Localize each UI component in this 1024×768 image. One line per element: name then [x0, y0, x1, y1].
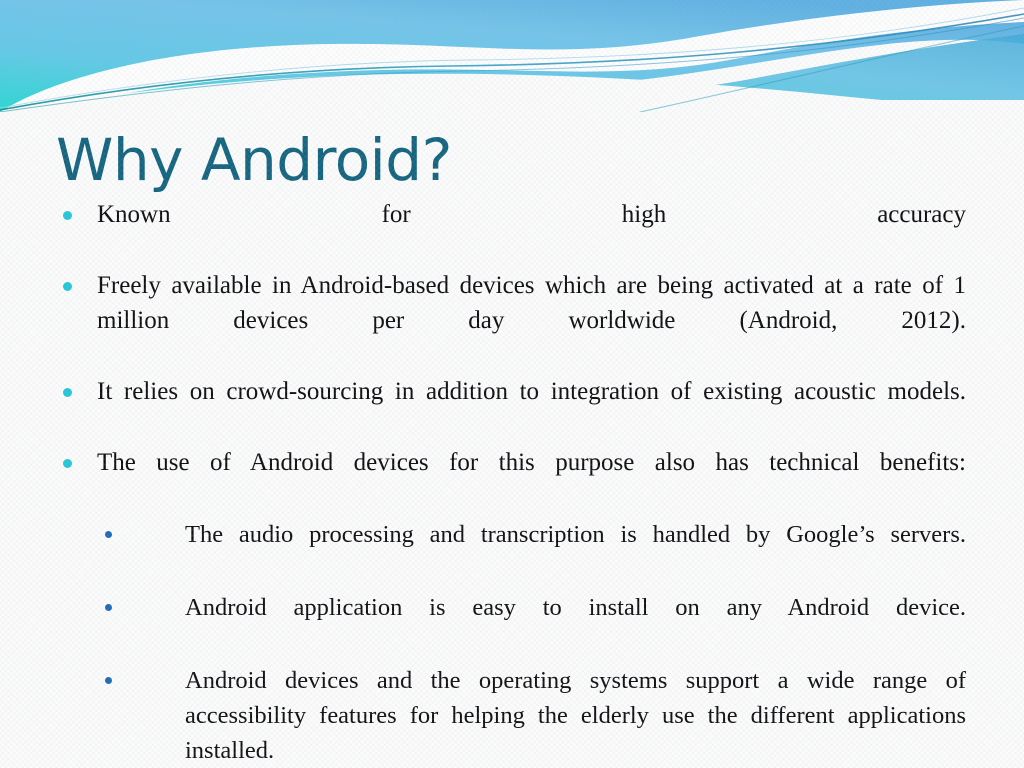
bullet-marker-icon [63, 211, 72, 220]
bullet-level2-text: Android application is easy to install o… [185, 593, 966, 621]
bullet-marker-icon [63, 458, 72, 468]
bullet-level1: Freely available in Android-based device… [0, 269, 1024, 373]
bullet-level1: The use of Android devices for this purp… [0, 446, 1024, 515]
sub-bullet-marker-icon [105, 603, 112, 611]
bullet-marker-icon [63, 387, 72, 397]
bullet-marker-icon [63, 282, 72, 291]
bullet-level1-text: Freely available in Android-based device… [97, 272, 966, 334]
bullet-level1-text: It relies on crowd-sourcing in addition … [97, 377, 966, 405]
presentation-slide: Why Android? Known for high accuracy Fre… [0, 0, 1024, 768]
bullet-level1-text: The use of Android devices for this purp… [97, 448, 966, 476]
slide-body: Known for high accuracy Freely available… [0, 198, 1024, 768]
sub-bullet-marker-icon [105, 530, 112, 538]
bullet-level2-text: Android devices and the operating system… [185, 666, 966, 764]
bullet-level2: Android application is easy to install o… [0, 590, 1024, 660]
bullet-level2-text: The audio processing and transcription i… [185, 520, 966, 548]
bullet-level2: Android devices and the operating system… [0, 663, 1024, 768]
bullet-level1: Known for high accuracy [0, 198, 1024, 267]
bullet-level2: The audio processing and transcription i… [0, 517, 1024, 587]
bullet-level1: It relies on crowd-sourcing in addition … [0, 375, 1024, 444]
slide-title: Why Android? [56, 126, 452, 194]
bullet-level1-text: Known for high accuracy [97, 201, 966, 228]
decorative-wave-banner [0, 0, 1024, 112]
sub-bullet-marker-icon [105, 676, 112, 684]
